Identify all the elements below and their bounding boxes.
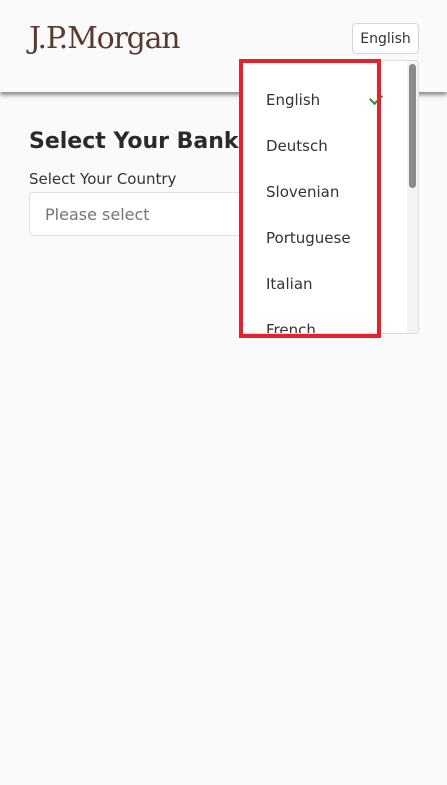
- language-selector-button[interactable]: English: [352, 23, 419, 54]
- language-dropdown: English Deutsch Slovenian Portuguese Ita…: [241, 60, 419, 334]
- jpmorgan-logo[interactable]: J.P.Morgan: [29, 21, 181, 56]
- language-option-english[interactable]: English: [266, 91, 320, 109]
- language-option-french[interactable]: French: [266, 321, 316, 333]
- check-icon: [368, 90, 384, 106]
- country-label: Select Your Country: [29, 170, 177, 188]
- language-option-deutsch[interactable]: Deutsch: [266, 137, 328, 155]
- language-option-italian[interactable]: Italian: [266, 275, 313, 293]
- dropdown-scrollbar-thumb[interactable]: [409, 64, 416, 188]
- language-option-portuguese[interactable]: Portuguese: [266, 229, 351, 247]
- language-option-slovenian[interactable]: Slovenian: [266, 183, 339, 201]
- country-select-placeholder: Please select: [45, 205, 150, 224]
- dropdown-notch: [380, 61, 396, 68]
- page-title: Select Your Bank: [29, 129, 239, 154]
